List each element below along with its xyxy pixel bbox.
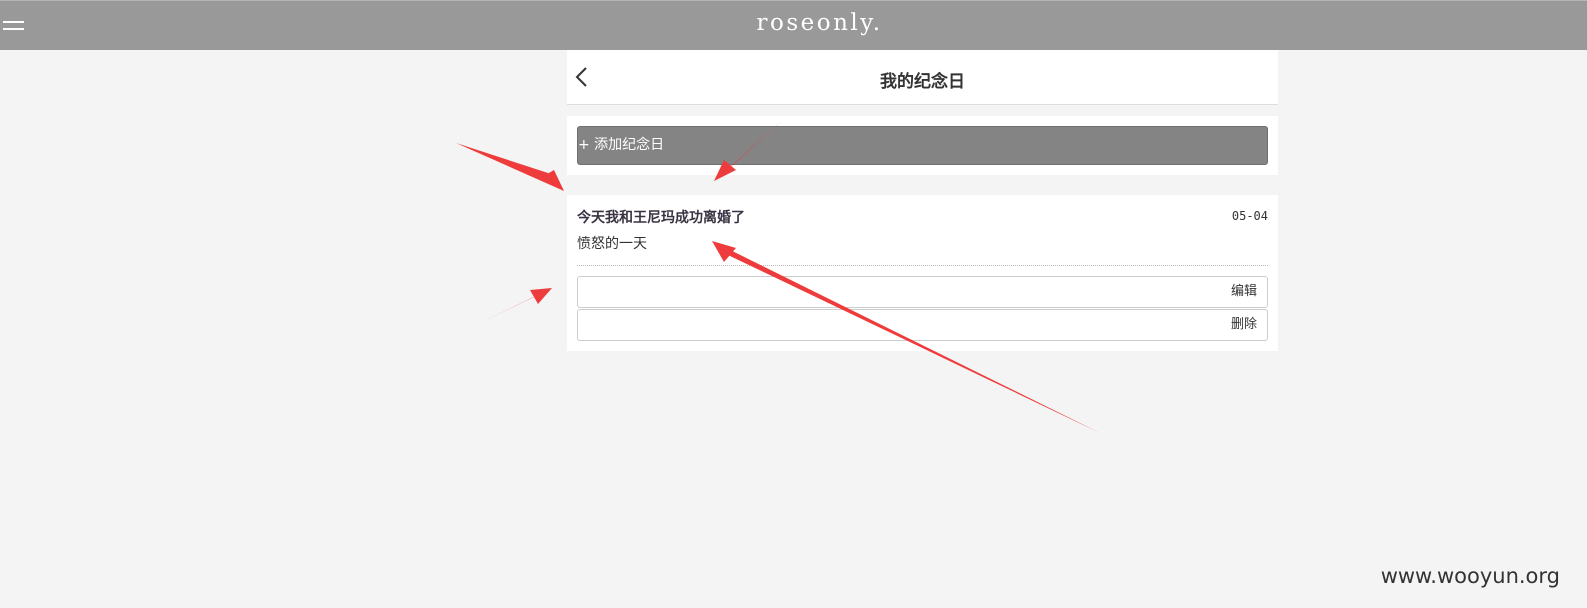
red-arrow-annotation [456,143,564,191]
page-header: 我的纪念日 [567,50,1278,105]
anniversary-page: 我的纪念日 + 添加纪念日 今天我和王尼玛成功离婚了 05-04 愤怒的一天 编… [567,50,1278,351]
add-anniversary-button[interactable]: + 添加纪念日 [577,126,1268,165]
card-divider [577,265,1268,266]
delete-button[interactable]: 删除 [577,309,1268,341]
add-anniversary-section: + 添加纪念日 [567,116,1278,175]
anniversary-date: 05-04 [1231,209,1268,223]
anniversary-title: 今天我和王尼玛成功离婚了 [577,210,745,226]
edit-button[interactable]: 编辑 [577,276,1268,308]
page-title: 我的纪念日 [880,72,965,92]
brand-logo[interactable]: roseonly. [0,10,1587,36]
red-arrow-annotation [478,288,552,324]
anniversary-card: 今天我和王尼玛成功离婚了 05-04 愤怒的一天 编辑 删除 [567,195,1278,351]
anniversary-description: 愤怒的一天 [577,236,647,252]
watermark: www.wooyun.org [1380,564,1560,588]
top-navigation-bar: roseonly. [0,0,1587,50]
